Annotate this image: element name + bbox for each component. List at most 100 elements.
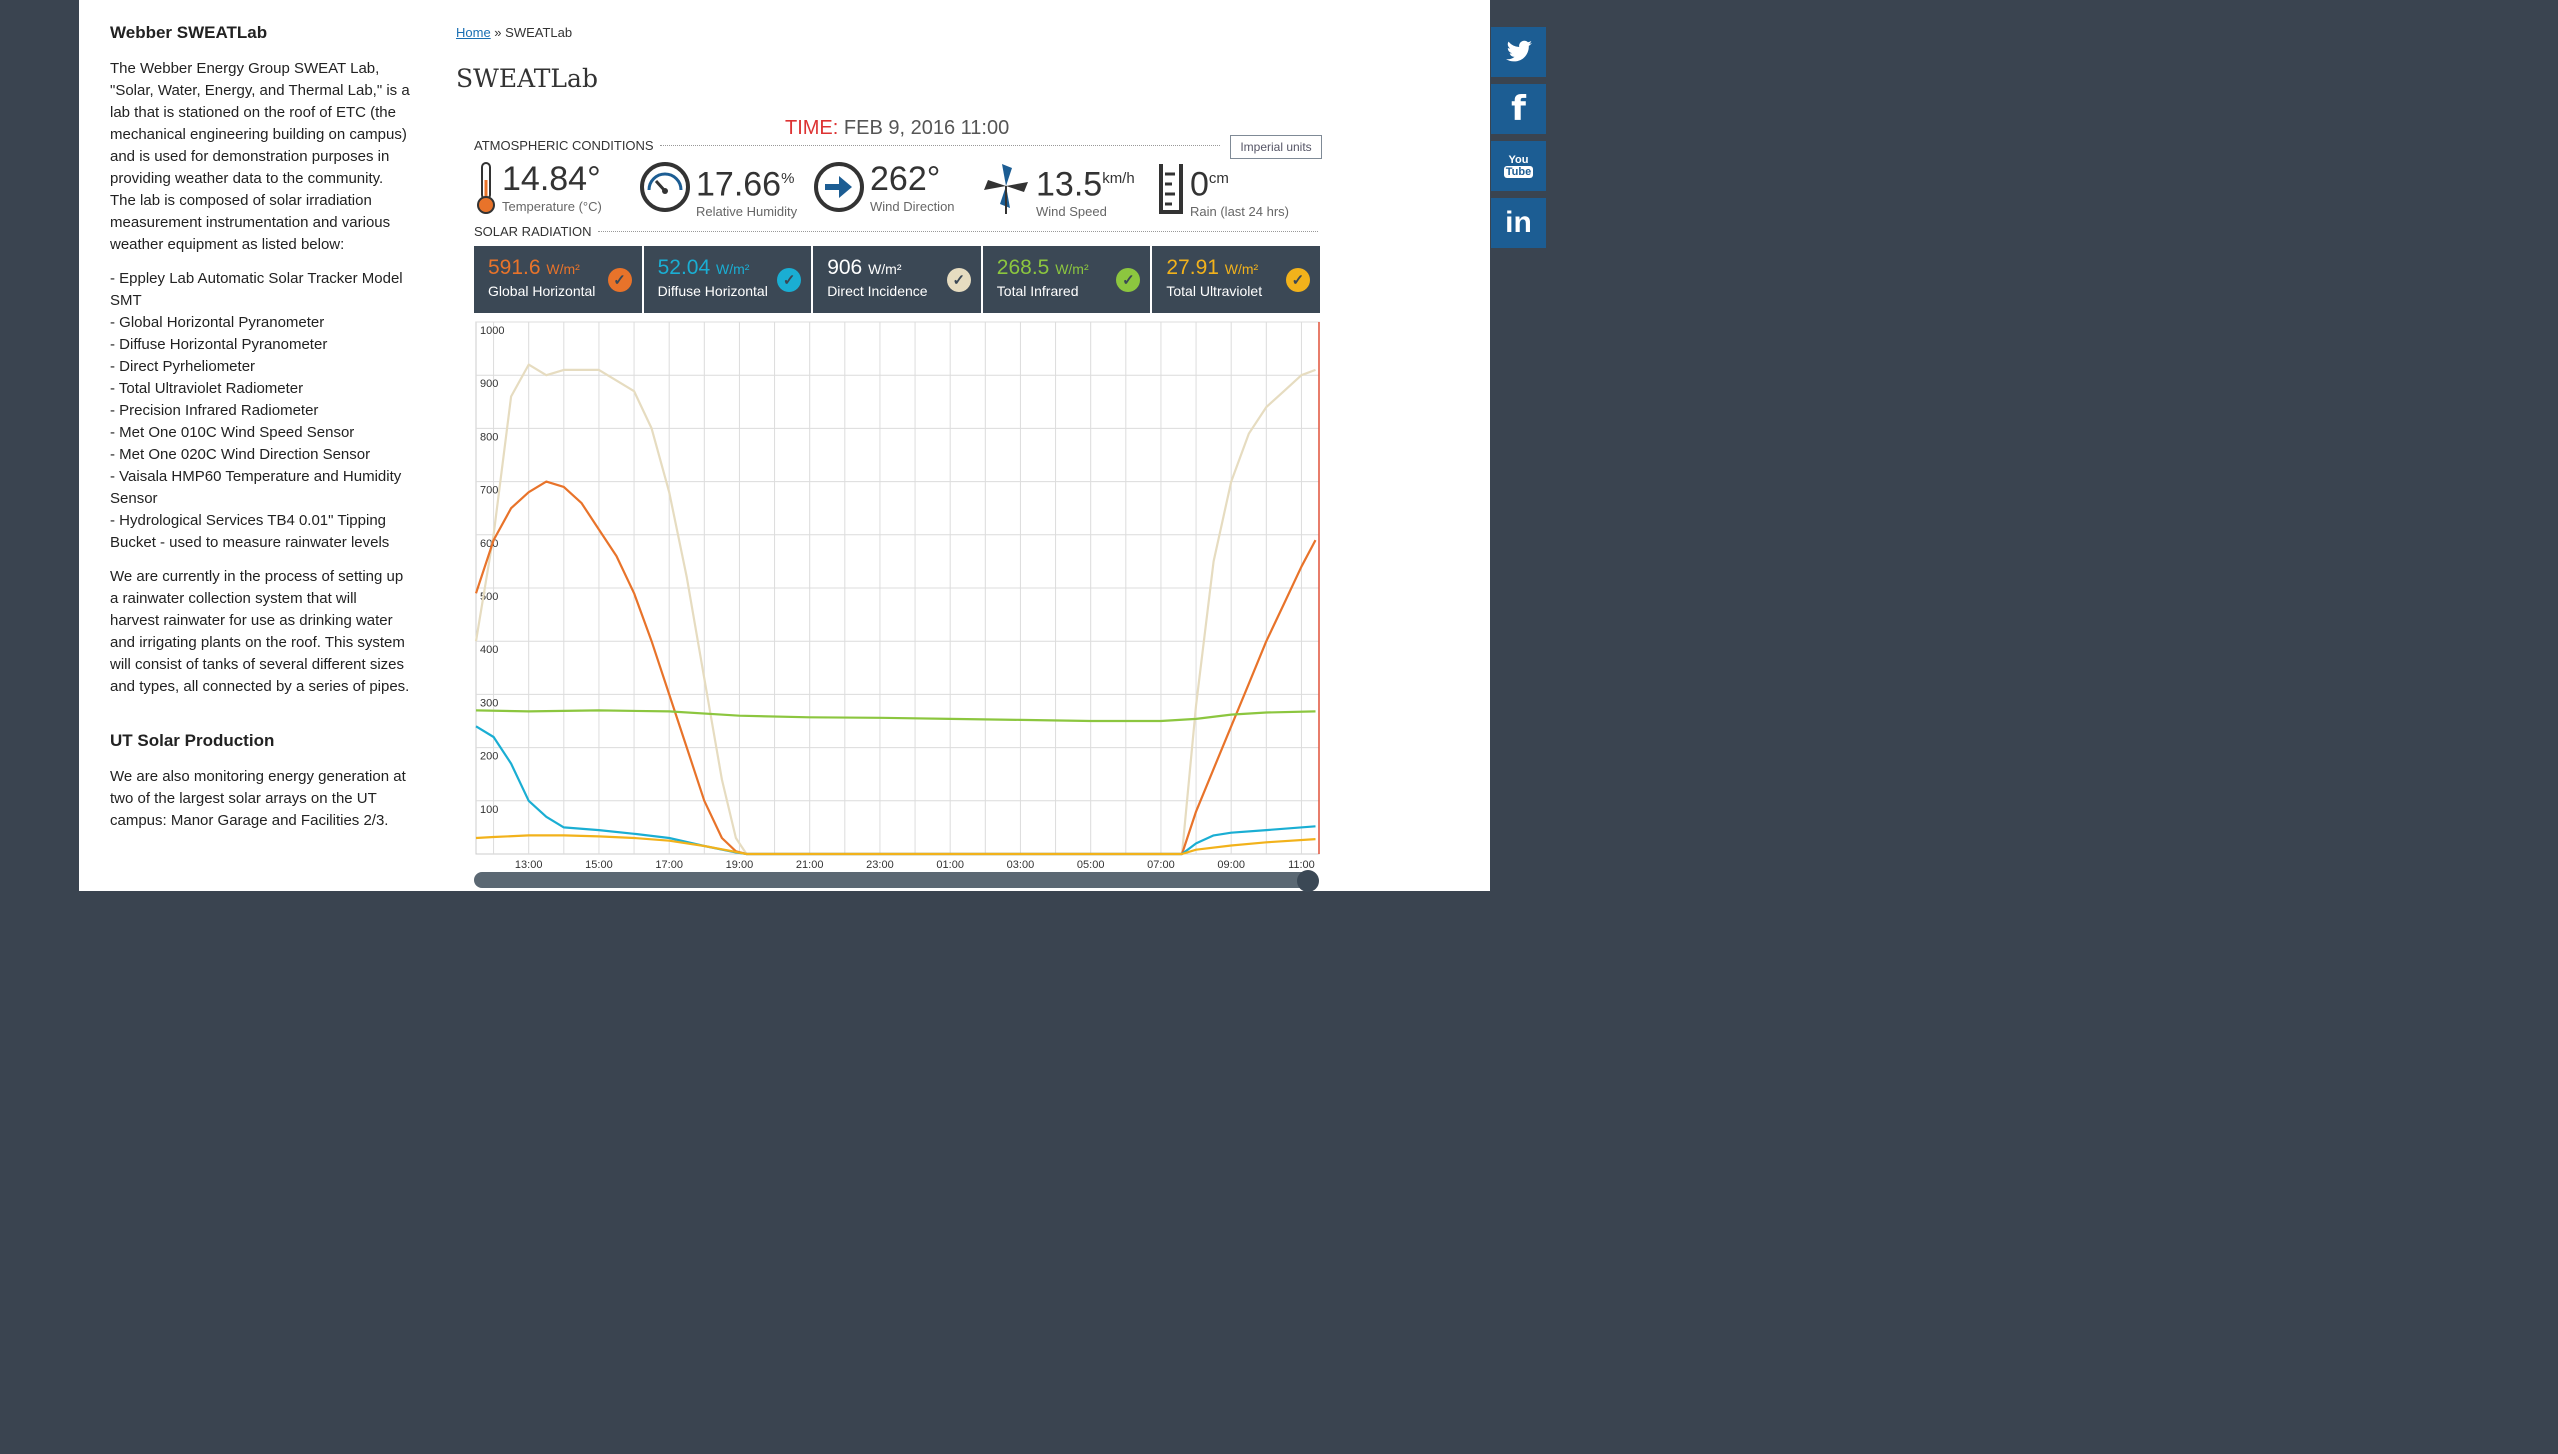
check-icon: ✓: [607, 268, 632, 292]
facebook-icon: f: [1511, 89, 1526, 129]
solar-radiation-heading-label: SOLAR RADIATION: [474, 224, 592, 239]
temperature-value: 14.84°: [502, 160, 601, 198]
sidebar-intro: The Webber Energy Group SWEAT Lab, "Sola…: [110, 60, 410, 253]
breadcrumb: Home » SWEATLab: [456, 25, 572, 40]
x-tick-label: 21:00: [796, 859, 824, 870]
list-item: - Precision Infrared Radiometer: [110, 402, 319, 419]
rainwater-text: We are currently in the process of setti…: [110, 568, 410, 695]
pinwheel-icon: [984, 164, 1028, 214]
solar-value: 27.91: [1166, 256, 1219, 279]
y-tick-label: 600: [480, 538, 498, 550]
y-tick-label: 800: [480, 431, 498, 443]
rain-unit: cm: [1208, 170, 1229, 187]
solar-card-total-ultraviolet[interactable]: 27.91 W/m² Total Ultraviolet ✓: [1152, 246, 1320, 313]
twitter-button[interactable]: [1491, 27, 1546, 77]
solar-unit: W/m²: [1055, 261, 1089, 277]
sidebar-heading: Webber SWEATLab: [110, 23, 268, 42]
rain-reading: 0cm Rain (last 24 hrs): [1156, 160, 1289, 219]
solar-production-text: We are also monitoring energy generation…: [110, 768, 406, 829]
y-tick-label: 400: [480, 644, 498, 656]
solar-value: 268.5: [996, 256, 1050, 279]
solar-unit: W/m²: [868, 261, 902, 277]
list-item: - Total Ultraviolet Radiometer: [110, 380, 304, 397]
solar-card-global-horizontal[interactable]: 591.6 W/m² Global Horizontal ✓: [474, 246, 644, 313]
wind-direction-caption: Wind Direction: [870, 199, 955, 214]
wind-direction-value: 262°: [870, 160, 941, 198]
rain-gauge-icon: [1159, 164, 1183, 214]
breadcrumb-separator: »: [490, 25, 506, 40]
breadcrumb-current: SWEATLab: [505, 25, 573, 40]
atmospheric-heading: ATMOSPHERIC CONDITIONS: [474, 138, 1220, 153]
thermometer-icon: [477, 162, 495, 214]
solar-label: Total Ultraviolet: [1166, 283, 1263, 299]
solar-label: Diffuse Horizontal: [657, 283, 768, 299]
list-item: - Diffuse Horizontal Pyranometer: [110, 336, 328, 353]
check-icon: ✓: [777, 268, 802, 292]
list-item: - Met One 010C Wind Speed Sensor: [110, 424, 355, 441]
wind-direction-reading: 262° Wind Direction: [812, 160, 955, 214]
solar-value: 906: [827, 256, 863, 279]
wind-speed-unit: km/h: [1102, 170, 1135, 187]
y-tick-label: 900: [480, 378, 498, 390]
solar-production-heading: UT Solar Production: [110, 731, 275, 750]
humidity-reading: 17.66% Relative Humidity: [638, 160, 797, 219]
humidity-unit: %: [781, 170, 795, 187]
sidebar: Webber SWEATLab The Webber Energy Group …: [110, 22, 410, 844]
solar-unit: W/m²: [1224, 261, 1259, 277]
equipment-list: - Eppley Lab Automatic Solar Tracker Mod…: [110, 268, 410, 554]
x-tick-label: 15:00: [585, 859, 613, 870]
y-tick-label: 1000: [480, 325, 504, 337]
solar-radiation-panel: 591.6 W/m² Global Horizontal ✓ 52.04 W/m…: [474, 246, 1320, 313]
solar-value: 591.6: [488, 256, 541, 279]
list-item: - Hydrological Services TB4 0.01" Tippin…: [110, 512, 390, 551]
solar-label: Global Horizontal: [488, 283, 596, 299]
solar-card-diffuse-horizontal[interactable]: 52.04 W/m² Diffuse Horizontal ✓: [644, 246, 814, 313]
arrow-circle-icon: [814, 162, 864, 212]
y-tick-label: 100: [480, 804, 498, 816]
youtube-button[interactable]: You Tube: [1491, 141, 1546, 191]
scrollbar-handle[interactable]: [1297, 870, 1319, 892]
check-icon: ✓: [946, 268, 971, 292]
solar-value: 52.04: [657, 256, 711, 279]
list-item: - Eppley Lab Automatic Solar Tracker Mod…: [110, 270, 403, 309]
solar-unit: W/m²: [716, 261, 750, 277]
time-value: FEB 9, 2016 11:00: [838, 117, 1010, 139]
chart-range-scrollbar[interactable]: [474, 870, 1319, 892]
x-tick-label: 03:00: [1007, 859, 1035, 870]
solar-radiation-heading: SOLAR RADIATION: [474, 224, 1318, 239]
breadcrumb-home-link[interactable]: Home: [456, 25, 491, 40]
radiation-chart[interactable]: 100200300400500600700800900100013:00 15:0…: [474, 320, 1322, 870]
humidity-value: 17.66: [696, 165, 782, 204]
solar-card-direct-incidence[interactable]: 906 W/m² Direct Incidence ✓: [813, 246, 983, 313]
time-display: TIME: FEB 9, 2016 11:00: [785, 117, 1009, 140]
linkedin-icon: in: [1505, 206, 1532, 239]
atmospheric-heading-label: ATMOSPHERIC CONDITIONS: [474, 138, 654, 153]
wind-speed-caption: Wind Speed: [1036, 204, 1107, 220]
list-item: - Direct Pyrheliometer: [110, 358, 256, 375]
solar-label: Total Infrared: [996, 283, 1079, 299]
y-tick-label: 300: [480, 697, 498, 709]
x-tick-label: 19:00: [726, 859, 754, 870]
youtube-icon: You Tube: [1503, 154, 1534, 178]
solar-card-total-infrared[interactable]: 268.5 W/m² Total Infrared ✓: [983, 246, 1153, 313]
page: Webber SWEATLab The Webber Energy Group …: [79, 0, 1490, 892]
check-icon: ✓: [1116, 268, 1141, 292]
solar-label: Direct Incidence: [827, 283, 928, 299]
gauge-icon: [640, 162, 690, 212]
divider: [597, 231, 1318, 232]
x-tick-label: 05:00: [1077, 859, 1105, 870]
y-tick-label: 200: [480, 751, 498, 763]
wind-speed-value: 13.5: [1036, 165, 1103, 204]
solar-unit: W/m²: [546, 261, 580, 277]
list-item: - Global Horizontal Pyranometer: [110, 314, 325, 331]
humidity-caption: Relative Humidity: [696, 204, 798, 220]
x-tick-label: 01:00: [936, 859, 964, 870]
wind-speed-reading: 13.5km/h Wind Speed: [980, 160, 1135, 219]
rain-caption: Rain (last 24 hrs): [1190, 204, 1289, 220]
x-tick-label: 17:00: [655, 859, 683, 870]
time-label: TIME:: [785, 117, 839, 139]
facebook-button[interactable]: f: [1491, 84, 1546, 134]
check-icon: ✓: [1285, 268, 1310, 292]
linkedin-button[interactable]: in: [1491, 198, 1546, 248]
imperial-units-button[interactable]: Imperial units: [1230, 135, 1322, 159]
